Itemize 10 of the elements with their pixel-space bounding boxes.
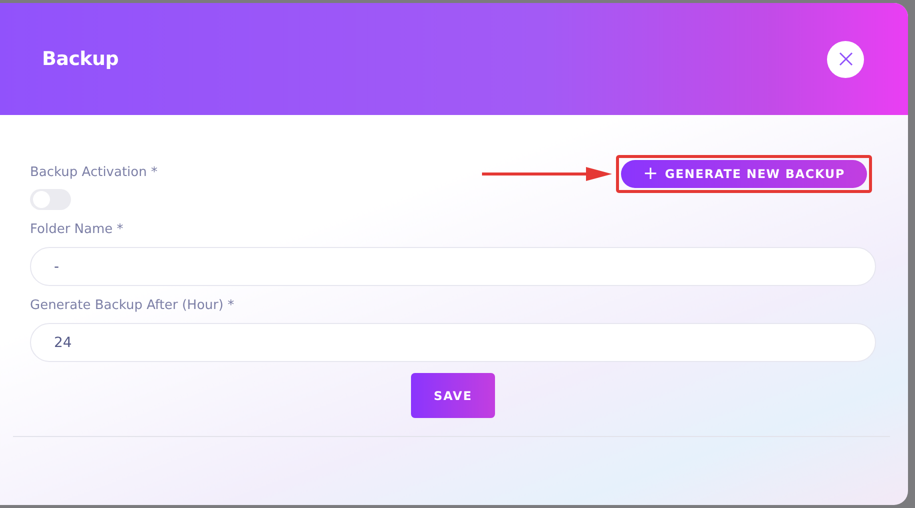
save-button[interactable]: SAVE	[411, 373, 495, 418]
close-button[interactable]	[827, 40, 864, 78]
generate-backup-button[interactable]: + GENERATE NEW BACKUP	[620, 160, 867, 188]
input-field[interactable]: -	[30, 247, 876, 286]
field-label: Folder Name *	[30, 222, 124, 237]
dialog-title: Backup	[42, 48, 119, 70]
field-label: Backup Activation *	[30, 165, 158, 180]
input-field[interactable]: 24	[30, 323, 876, 362]
field-label: Generate Backup After (Hour) *	[30, 298, 236, 313]
close-icon	[838, 51, 854, 67]
